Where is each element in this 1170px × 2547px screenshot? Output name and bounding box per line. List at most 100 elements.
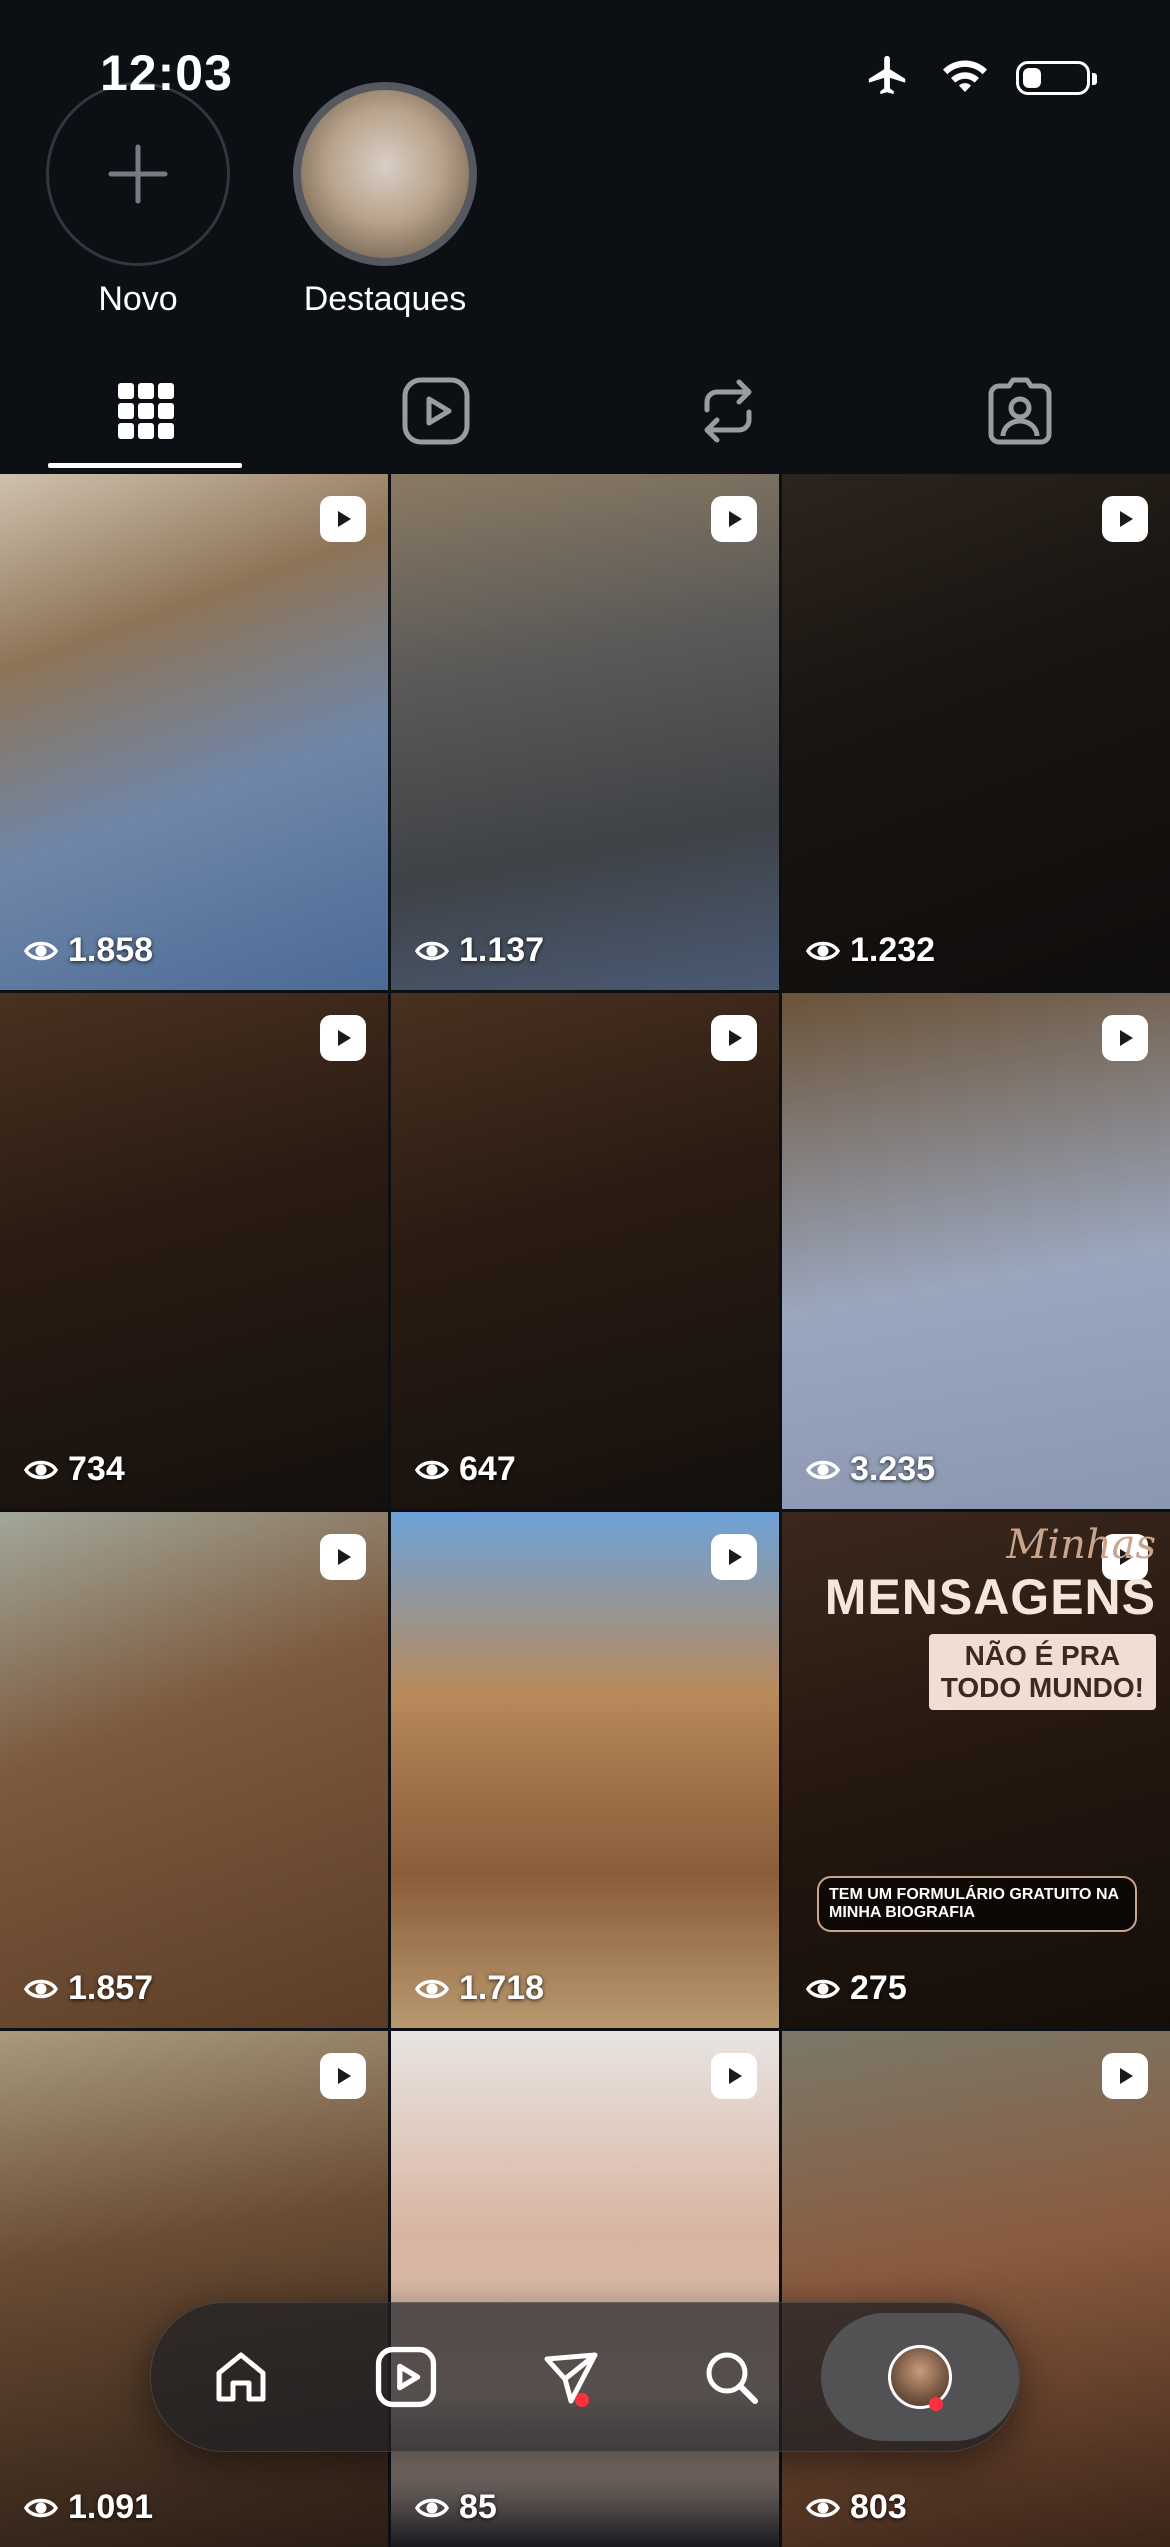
highlight-new[interactable]: Novo	[38, 82, 238, 319]
highlight-destaques[interactable]: Destaques	[285, 82, 485, 319]
airplane-mode-icon	[862, 52, 914, 103]
view-count: 1.232	[806, 931, 935, 970]
view-count: 1.857	[24, 1969, 153, 2008]
post-thumbnail[interactable]: 803	[782, 2031, 1170, 2547]
view-count: 1.137	[415, 931, 544, 970]
view-count-value: 734	[68, 1450, 125, 1488]
notification-dot	[929, 2397, 943, 2411]
tab-reels[interactable]	[338, 355, 534, 467]
nav-reels[interactable]	[336, 2303, 476, 2451]
nav-profile[interactable]	[821, 2313, 1019, 2441]
reel-play-icon	[338, 2068, 351, 2084]
new-highlight-circle[interactable]	[46, 82, 230, 266]
view-count-value: 803	[850, 2488, 907, 2526]
views-eye-icon	[24, 941, 58, 960]
view-count: 1.858	[24, 931, 153, 970]
battery-icon	[1016, 60, 1097, 95]
status-time: 12:03	[100, 45, 233, 101]
reel-badge-icon	[320, 1534, 366, 1580]
overlay-line: TODO MUNDO!	[940, 1672, 1144, 1704]
view-count: 275	[806, 1969, 907, 2008]
highlight-label: Novo	[98, 280, 178, 318]
views-eye-icon	[415, 2498, 449, 2517]
view-count: 647	[415, 1450, 516, 1489]
views-eye-icon	[806, 941, 840, 960]
reel-play-icon	[729, 1549, 742, 1565]
view-count-value: 1.137	[459, 931, 545, 969]
highlight-cover[interactable]	[293, 82, 477, 266]
profile-tabs	[0, 355, 1170, 475]
views-eye-icon	[806, 2498, 840, 2517]
view-count: 803	[806, 2488, 907, 2527]
reel-badge-icon	[711, 1015, 757, 1061]
notification-dot	[575, 2393, 589, 2407]
post-thumbnail[interactable]: Minhas MENSAGENS NÃO É PRA TODO MUNDO! TEM U…	[782, 1512, 1170, 2028]
tab-posts[interactable]	[48, 355, 244, 467]
view-count-value: 1.857	[68, 1969, 154, 2007]
view-count-value: 85	[459, 2488, 497, 2526]
post-thumbnail[interactable]: 85	[391, 2031, 779, 2547]
view-count-value: 1.091	[68, 2488, 154, 2526]
view-count: 1.091	[24, 2488, 153, 2527]
post-thumbnail[interactable]: 1.232	[782, 474, 1170, 990]
tab-reposts[interactable]	[630, 355, 826, 467]
post-thumbnail[interactable]: 1.857	[0, 1512, 388, 2028]
wifi-icon	[940, 55, 990, 100]
home-icon	[216, 2352, 266, 2402]
search-icon	[706, 2352, 758, 2404]
view-count-value: 275	[850, 1969, 907, 2007]
views-eye-icon	[24, 1460, 58, 1479]
reel-play-icon	[729, 2068, 742, 2084]
plus-icon	[108, 144, 168, 204]
overlay-line: NÃO É PRA	[964, 1640, 1121, 1671]
view-count-value: 647	[459, 1450, 516, 1488]
reel-badge-icon	[320, 1015, 366, 1061]
reels-icon	[402, 377, 470, 445]
reposts-icon	[704, 379, 752, 443]
posts-grid: 1.858 1.137 1.232 734 647 3.235 1.857 1.718 Minh…	[0, 474, 1170, 2547]
reel-play-icon	[729, 511, 742, 527]
status-icons	[862, 52, 1097, 103]
reel-badge-icon	[711, 2053, 757, 2099]
highlight-label: Destaques	[303, 280, 467, 318]
nav-messages[interactable]	[501, 2303, 641, 2451]
post-thumbnail[interactable]: 3.235	[782, 993, 1170, 1509]
post-thumbnail[interactable]: 734	[0, 993, 388, 1509]
reel-badge-icon	[1102, 2053, 1148, 2099]
reel-badge-icon	[1102, 496, 1148, 542]
view-count-value: 1.232	[850, 931, 936, 969]
tagged-icon	[988, 377, 1052, 445]
reel-play-icon	[338, 1549, 351, 1565]
post-thumbnail[interactable]: 1.091	[0, 2031, 388, 2547]
active-tab-indicator	[48, 463, 242, 468]
nav-home[interactable]	[171, 2303, 311, 2451]
reel-play-icon	[729, 1030, 742, 1046]
profile-avatar[interactable]	[888, 2345, 952, 2409]
post-thumbnail[interactable]: 647	[391, 993, 779, 1509]
nav-search[interactable]	[661, 2303, 801, 2451]
bottom-nav-bar	[150, 2302, 1020, 2452]
reel-play-icon	[338, 1030, 351, 1046]
messages-icon	[544, 2352, 598, 2404]
reel-badge-icon	[320, 2053, 366, 2099]
grid-icon	[118, 383, 174, 439]
post-thumbnail[interactable]: 1.137	[391, 474, 779, 990]
views-eye-icon	[24, 1979, 58, 1998]
view-count: 85	[415, 2488, 497, 2527]
reels-icon	[375, 2346, 437, 2408]
views-eye-icon	[415, 1460, 449, 1479]
reel-play-icon	[1120, 2068, 1133, 2084]
reel-badge-icon	[320, 496, 366, 542]
views-eye-icon	[806, 1979, 840, 1998]
post-thumbnail[interactable]: 1.718	[391, 1512, 779, 2028]
overlay-line: Minhas	[1006, 1522, 1156, 1568]
views-eye-icon	[24, 2498, 58, 2517]
reel-badge-icon	[711, 1534, 757, 1580]
view-count-value: 1.858	[68, 931, 154, 969]
post-thumbnail[interactable]: 1.858	[0, 474, 388, 990]
reel-play-icon	[338, 511, 351, 527]
views-eye-icon	[415, 941, 449, 960]
view-count-value: 1.718	[459, 1969, 545, 2007]
tab-tagged[interactable]	[922, 355, 1118, 467]
overlay-banner: NÃO É PRA TODO MUNDO!	[928, 1634, 1156, 1711]
